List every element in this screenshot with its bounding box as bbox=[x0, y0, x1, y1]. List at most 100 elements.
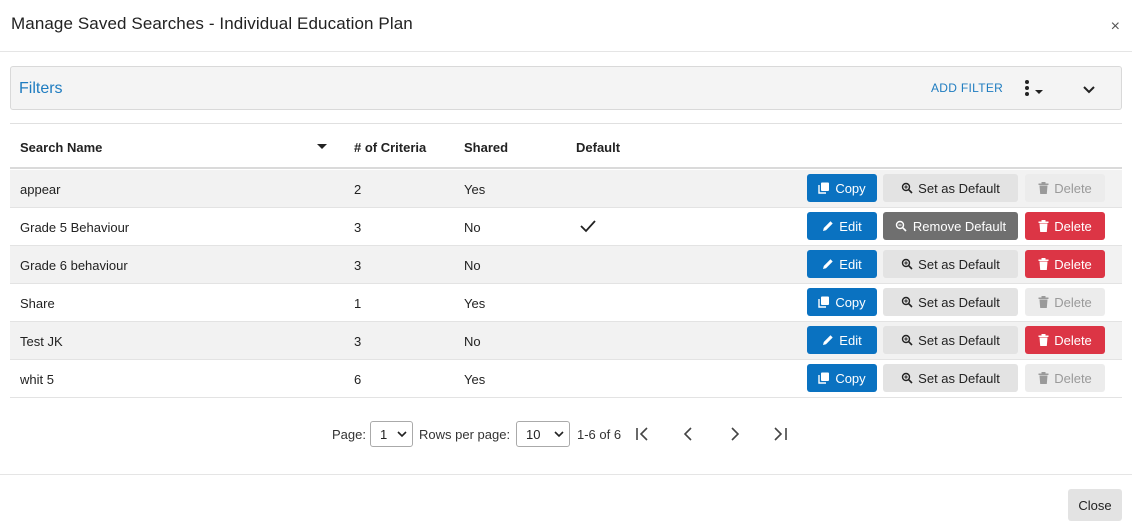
modal-title: Manage Saved Searches - Individual Educa… bbox=[11, 14, 413, 33]
column-header-criteria[interactable]: # of Criteria bbox=[354, 140, 426, 155]
delete-button-label: Delete bbox=[1054, 180, 1092, 196]
rows-per-page-value: 10 bbox=[526, 427, 541, 442]
remove-default-button[interactable]: Remove Default bbox=[883, 212, 1018, 240]
shared-cell: Yes bbox=[464, 372, 486, 387]
delete-button-label: Delete bbox=[1054, 256, 1092, 272]
first-page-icon[interactable] bbox=[634, 426, 652, 442]
edit-button-label: Edit bbox=[839, 332, 862, 348]
copy-button-label: Copy bbox=[835, 294, 866, 310]
set-default-button[interactable]: Set as Default bbox=[883, 174, 1018, 202]
divider bbox=[0, 474, 1132, 475]
delete-button: Delete bbox=[1025, 288, 1105, 316]
search-name-cell: whit 5 bbox=[20, 372, 54, 387]
edit-button[interactable]: Edit bbox=[807, 250, 877, 278]
rows-per-page-select[interactable]: 10 bbox=[516, 421, 570, 447]
edit-button-label: Edit bbox=[839, 218, 862, 234]
copy-icon bbox=[818, 372, 830, 384]
pencil-icon bbox=[822, 220, 834, 232]
search-name-cell: Test JK bbox=[20, 334, 63, 349]
edit-button[interactable]: Edit bbox=[807, 326, 877, 354]
shared-cell: No bbox=[464, 220, 481, 235]
zoom-icon bbox=[901, 296, 913, 308]
edit-button[interactable]: Edit bbox=[807, 212, 877, 240]
table-row: Grade 5 Behaviour 3 No Edit Remove Default De… bbox=[10, 208, 1122, 246]
copy-icon bbox=[818, 182, 830, 194]
search-name-cell: Share bbox=[20, 296, 55, 311]
last-page-icon[interactable] bbox=[771, 426, 789, 442]
set-default-button[interactable]: Set as Default bbox=[883, 250, 1018, 278]
page-select[interactable]: 1 bbox=[370, 421, 413, 447]
criteria-count-cell: 3 bbox=[354, 258, 362, 273]
table-row: Grade 6 behaviour 3 No Edit Set as Default De… bbox=[10, 246, 1122, 284]
delete-button-label: Delete bbox=[1054, 294, 1092, 310]
table-row: Test JK 3 No Edit Set as Default Delete bbox=[10, 322, 1122, 360]
rows-per-page-label: Rows per page: bbox=[419, 427, 511, 442]
set-default-button-label: Set as Default bbox=[918, 180, 1000, 196]
set-default-button-label: Set as Default bbox=[918, 370, 1000, 386]
filters-label[interactable]: Filters bbox=[19, 80, 63, 98]
set-default-button[interactable]: Set as Default bbox=[883, 364, 1018, 392]
chevron-right-icon[interactable] bbox=[726, 426, 744, 442]
table-row: whit 5 6 Yes Copy Set as Default Delete bbox=[10, 360, 1122, 398]
zoom-icon bbox=[901, 334, 913, 346]
table-row: Share 1 Yes Copy Set as Default Delete bbox=[10, 284, 1122, 322]
column-header-default[interactable]: Default bbox=[576, 140, 620, 155]
trash-icon bbox=[1038, 372, 1049, 384]
trash-icon bbox=[1038, 296, 1049, 308]
remove-default-button-label: Remove Default bbox=[912, 218, 1007, 234]
table-row: appear 2 Yes Copy Set as Default Delete bbox=[10, 170, 1122, 208]
copy-button[interactable]: Copy bbox=[807, 174, 877, 202]
trash-icon bbox=[1038, 258, 1049, 270]
page-range: 1-6 of 6 bbox=[577, 427, 622, 442]
set-default-button[interactable]: Set as Default bbox=[883, 326, 1018, 354]
copy-button[interactable]: Copy bbox=[807, 364, 877, 392]
add-filter-button[interactable]: ADD FILTER bbox=[931, 81, 1003, 95]
column-header-search-name[interactable]: Search Name bbox=[20, 140, 102, 155]
search-name-cell: appear bbox=[20, 182, 61, 197]
delete-button: Delete bbox=[1025, 174, 1105, 202]
sort-desc-icon[interactable] bbox=[317, 144, 327, 149]
page-label: Page: bbox=[332, 427, 366, 442]
search-name-cell: Grade 6 behaviour bbox=[20, 258, 128, 273]
chevron-left-icon[interactable] bbox=[680, 426, 698, 442]
zoom-icon bbox=[901, 182, 913, 194]
copy-button-label: Copy bbox=[835, 370, 866, 386]
edit-button-label: Edit bbox=[839, 256, 862, 272]
delete-button-label: Delete bbox=[1054, 332, 1092, 348]
shared-cell: Yes bbox=[464, 296, 486, 311]
criteria-count-cell: 2 bbox=[354, 182, 362, 197]
search-name-cell: Grade 5 Behaviour bbox=[20, 220, 130, 235]
checkmark-icon bbox=[579, 218, 597, 234]
zoom-icon bbox=[901, 258, 913, 270]
pagination: Page: 1 Rows per page: 10 1-6 of 6 bbox=[0, 420, 1132, 450]
close-button[interactable]: Close bbox=[1068, 489, 1122, 521]
chevron-down-icon[interactable] bbox=[1079, 79, 1099, 99]
criteria-count-cell: 3 bbox=[354, 334, 362, 349]
remove-search-icon bbox=[895, 220, 908, 232]
page-select-value: 1 bbox=[380, 427, 388, 442]
table-header: Search Name # of Criteria Shared Default bbox=[10, 124, 1122, 169]
more-vertical-icon[interactable] bbox=[1021, 79, 1051, 99]
trash-icon bbox=[1038, 182, 1049, 194]
pencil-icon bbox=[822, 258, 834, 270]
delete-button-label: Delete bbox=[1054, 370, 1092, 386]
column-header-shared[interactable]: Shared bbox=[464, 140, 508, 155]
pencil-icon bbox=[822, 334, 834, 346]
set-default-button[interactable]: Set as Default bbox=[883, 288, 1018, 316]
delete-button[interactable]: Delete bbox=[1025, 326, 1105, 354]
trash-icon bbox=[1038, 334, 1049, 346]
delete-button[interactable]: Delete bbox=[1025, 250, 1105, 278]
close-icon[interactable]: × bbox=[1111, 17, 1120, 37]
delete-button[interactable]: Delete bbox=[1025, 212, 1105, 240]
chevron-down-icon bbox=[554, 431, 564, 438]
criteria-count-cell: 1 bbox=[354, 296, 362, 311]
modal-header: Manage Saved Searches - Individual Educa… bbox=[0, 0, 1132, 52]
zoom-icon bbox=[901, 372, 913, 384]
chevron-down-icon bbox=[397, 431, 407, 438]
delete-button-label: Delete bbox=[1054, 218, 1092, 234]
copy-icon bbox=[818, 296, 830, 308]
filters-panel: Filters ADD FILTER bbox=[10, 66, 1122, 110]
set-default-button-label: Set as Default bbox=[918, 256, 1000, 272]
shared-cell: No bbox=[464, 334, 481, 349]
copy-button[interactable]: Copy bbox=[807, 288, 877, 316]
